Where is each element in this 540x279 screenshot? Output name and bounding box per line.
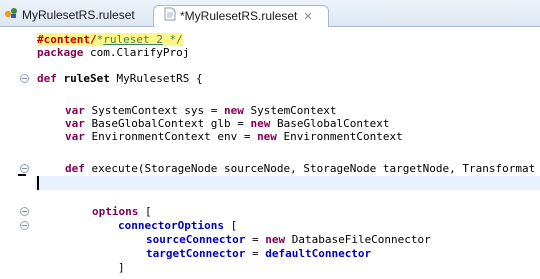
code-line-3: def ruleSet MyRulesetRS { [37, 72, 203, 85]
fold-toggle-icon[interactable]: − [20, 221, 29, 230]
code-editor[interactable]: #content/*ruleset 2 */ package com.Clari… [0, 27, 540, 279]
editor-gutter [0, 27, 34, 279]
close-tab-icon[interactable]: ✕ [303, 11, 312, 23]
fold-toggle-icon[interactable]: − [20, 74, 29, 83]
code-line-12: ] [118, 261, 125, 274]
fold-toggle-icon[interactable]: − [20, 164, 29, 173]
code-line-4: var SystemContext sys = new SystemContex… [65, 104, 337, 117]
text-file-icon [164, 7, 176, 27]
code-line-5: var BaseGlobalContext glb = new BaseGlob… [65, 117, 390, 130]
code-line-9: connectorOptions [ [118, 219, 238, 232]
code-line-2: package com.ClarifyProj [37, 46, 190, 59]
current-line-highlight [35, 176, 540, 190]
text-cursor-marker [18, 174, 26, 176]
tab-label: *MyRulesetRS.ruleset [180, 9, 298, 23]
code-line-11: targetConnector = defaultConnector [146, 247, 372, 260]
code-line-7: def execute(StorageNode sourceNode, Stor… [65, 162, 536, 175]
fold-toggle-icon[interactable]: − [20, 207, 29, 216]
ruleset-file-icon [4, 6, 18, 26]
code-line-8: options [ [92, 205, 152, 218]
text-caret [37, 176, 39, 190]
code-line-1: #content/*ruleset 2 */ [37, 33, 183, 46]
code-line-10: sourceConnector = new DatabaseFileConnec… [146, 233, 431, 246]
editor-tab-bar: MyRulesetRS.ruleset *MyRulesetRS.ruleset… [0, 0, 540, 27]
tab-myrulesetrs-ruleset-modified[interactable]: *MyRulesetRS.ruleset ✕ [153, 5, 329, 27]
code-line-6: var EnvironmentContext env = new Environ… [65, 130, 403, 143]
tab-label: MyRulesetRS.ruleset [22, 8, 135, 22]
tab-myrulesetrs-ruleset[interactable]: MyRulesetRS.ruleset [2, 5, 152, 27]
